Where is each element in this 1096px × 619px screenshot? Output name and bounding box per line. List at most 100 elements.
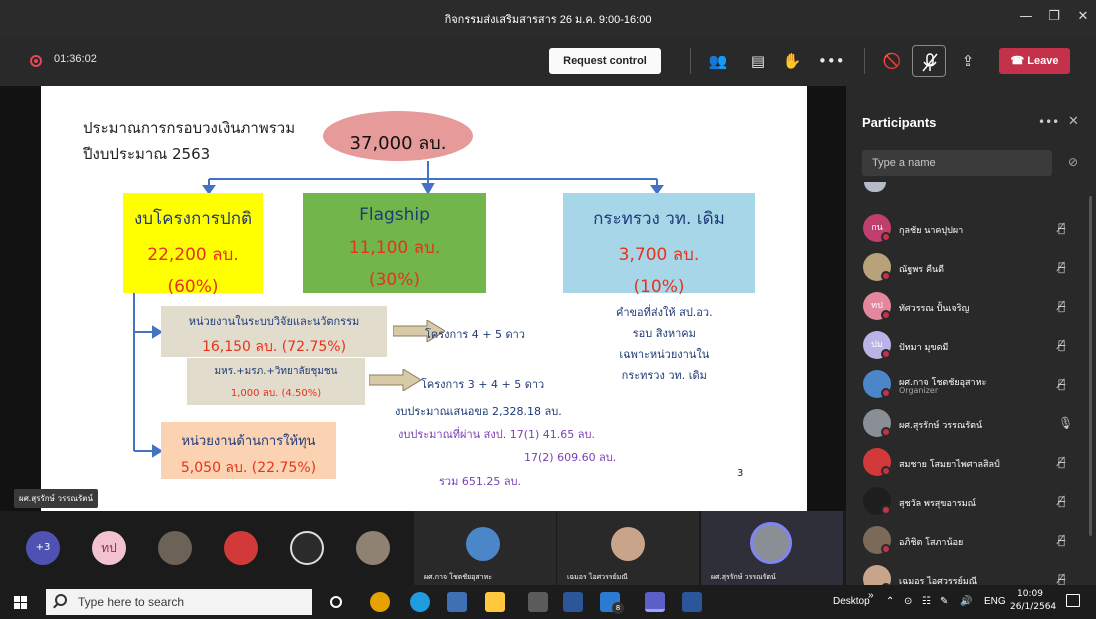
participant-row[interactable]: สุชวัล พรสุขอารมณ์ 🎙̸ [846,483,1096,519]
file-explorer-icon[interactable] [485,592,505,612]
mic-muted-icon[interactable]: 🎙̸ [1058,299,1065,313]
tray-app-icon[interactable]: ⊙ [904,596,912,607]
mic-off-icon [922,53,938,72]
minimize-icon[interactable]: — [1013,6,1039,28]
edge-icon[interactable] [410,592,430,612]
taskbar-search-placeholder: Type here to search [78,595,185,609]
video-tile[interactable]: เฉมอร ไอศวรรย์มณี [557,511,699,585]
mic-muted-icon[interactable]: 🎙̸ [1058,572,1065,585]
funding-units-amount: 5,050 ลบ. (22.75%) [180,460,317,476]
presence-status-icon [881,466,891,476]
ministry-note-line: กระทรวง วท. เดิม [621,369,707,382]
participant-row[interactable]: ปม ปัทมา มุขดมี 🎙̸ [846,327,1096,363]
desktop-toolbar[interactable]: Desktop [833,596,870,607]
regular-projects-amount: 22,200 ลบ. [147,245,239,265]
mic-muted-icon[interactable]: 🎙̸ [1058,377,1065,391]
flagship-pct: (30%) [368,270,421,290]
notification-center-icon[interactable] [1066,594,1080,607]
cortana-icon[interactable] [330,596,342,608]
mic-muted-icon[interactable]: 🎙̸ [1058,221,1065,235]
avatar [611,527,645,561]
shared-content-stage: ประมาณการกรอบวงเงินภาพรวม ปีงบประมาณ 256… [0,86,846,511]
avatar[interactable] [290,531,324,565]
avatar[interactable] [356,531,390,565]
participant-row[interactable]: เฉมอร ไอศวรรย์มณี 🎙̸ [846,561,1096,585]
clock-time: 10:09 [1017,589,1043,599]
mic-on-icon[interactable]: 🎙 [1058,416,1073,430]
panel-scrollbar[interactable] [1089,196,1092,536]
avatar[interactable] [158,531,192,565]
participant-name: ผศ.สุรรักษ์ วรรณรัตน์ [899,421,983,431]
photos-icon[interactable] [447,592,467,612]
volume-icon[interactable]: 🔊 [960,596,972,607]
participant-row[interactable]: อภิชิต โสภาน้อย 🎙̸ [846,522,1096,558]
presence-status-icon [881,232,891,242]
windows-start-icon[interactable] [14,596,27,609]
participant-row[interactable]: กน กุลชัย นาคปุปผา 🎙̸ [846,210,1096,246]
participant-row[interactable]: ณัฐพร คืนดี 🎙̸ [846,249,1096,285]
pen-icon[interactable]: ✎ [940,596,948,607]
mic-muted-icon[interactable]: 🎙̸ [1058,494,1065,508]
video-tile-active-speaker[interactable]: ผศ.สุรรักษ์ วรรณรัตน์ [701,511,843,585]
chrome-icon[interactable] [370,592,390,612]
teams-icon[interactable] [645,592,665,612]
chat-icon[interactable]: ▤ [746,49,770,73]
participant-row[interactable]: ผศ.สุรรักษ์ วรรณรัตน์ 🎙 [846,405,1096,441]
leave-button[interactable]: ☎ Leave [999,48,1070,74]
mic-muted-icon[interactable]: 🎙̸ [1058,338,1065,352]
slide-heading-line1: ประมาณการกรอบวงเงินภาพรวม [83,119,296,137]
participant-strip: +3 ทป ผศ.กาจ โชตชัยอุสาหะ เฉมอร ไอศวรรย์… [0,511,846,585]
close-icon[interactable]: ✕ [1070,6,1096,28]
participants-icon[interactable]: 👥 [706,49,730,73]
close-icon[interactable]: ✕ [1068,114,1079,129]
avatar [863,565,891,585]
participant-name: ทัศวรรณ ปั้นเจริญ [899,304,970,314]
budget-total: รวม 651.25 ลบ. [439,475,522,488]
share-screen-icon[interactable]: ⇪ [956,49,980,73]
raise-hand-icon[interactable]: ✋ [780,49,804,73]
tray-overflow-icon[interactable]: ⌃ [886,596,894,607]
video-tile[interactable]: ผศ.กาจ โชตชัยอุสาหะ [414,511,556,585]
research-units-amount: 16,150 ลบ. (72.75%) [201,339,347,355]
maximize-icon[interactable]: ❐ [1041,6,1067,28]
camera-off-icon[interactable]: 🚫 [880,49,904,73]
language-indicator[interactable]: ENG [984,596,1006,607]
regular-projects-box: งบโครงการปกติ 22,200 ลบ. (60%) [123,193,263,297]
avatar[interactable] [224,531,258,565]
participant-name: กุลชัย นาคปุปผา [899,226,964,236]
mic-muted-icon[interactable]: 🎙̸ [1058,533,1065,547]
participant-name: ปัทมา มุขดมี [899,343,949,353]
mic-muted-icon[interactable]: 🎙̸ [1058,260,1065,274]
word-icon[interactable] [563,592,583,612]
avatar[interactable]: ทป [92,531,126,565]
ministry-title: กระทรวง วท. เดิม [593,209,725,229]
project-3-4-5-stars: โครงการ 3 + 4 + 5 ดาว [421,378,545,391]
mic-muted-icon[interactable]: 🎙̸ [1058,455,1065,469]
flagship-box: Flagship 11,100 ลบ. (30%) [303,193,486,293]
system-clock[interactable]: 10:09 26/1/2564 [1010,588,1057,614]
store-icon[interactable] [528,592,548,612]
more-participants-button[interactable]: +3 [26,531,60,565]
participant-row[interactable]: ผศ.กาจ โชตชัยอุสาหะ Organizer 🎙̸ [846,366,1096,402]
participant-row[interactable]: ทป ทัศวรรณ ปั้นเจริญ 🎙̸ [846,288,1096,324]
search-icon [55,594,67,606]
clock-date: 26/1/2564 [1010,602,1057,612]
more-options-icon[interactable]: ••• [1038,115,1059,129]
request-control-button[interactable]: Request control [549,48,661,74]
word-icon[interactable] [682,592,702,612]
notification-badge: 8 [612,602,624,614]
window-title: กิจกรรมส่งเสริมสารสาร 26 ม.ค. 9:00-16:00 [444,14,652,26]
more-actions-icon[interactable]: ••• [818,49,845,73]
taskbar-search-input[interactable]: Type here to search [46,589,312,615]
shared-slide: ประมาณการกรอบวงเงินภาพรวม ปีงบประมาณ 256… [41,86,807,511]
ministry-note-line: คำขอที่ส่งให้ สป.อว. [616,306,713,319]
participant-search-input[interactable]: Type a name [862,150,1052,176]
chevron-icon[interactable]: » [868,590,874,601]
ministry-note-line: รอบ สิงหาคม [632,327,696,340]
share-link-icon[interactable]: ⊘ [1068,155,1078,169]
outlook-icon[interactable]: 8 [600,592,624,614]
presence-status-icon [881,349,891,359]
network-icon[interactable]: ☷ [922,596,931,607]
mic-toggle-button[interactable] [912,45,946,77]
participant-row[interactable]: สมชาย โสมยาไพศาลสิลป์ 🎙̸ [846,444,1096,480]
